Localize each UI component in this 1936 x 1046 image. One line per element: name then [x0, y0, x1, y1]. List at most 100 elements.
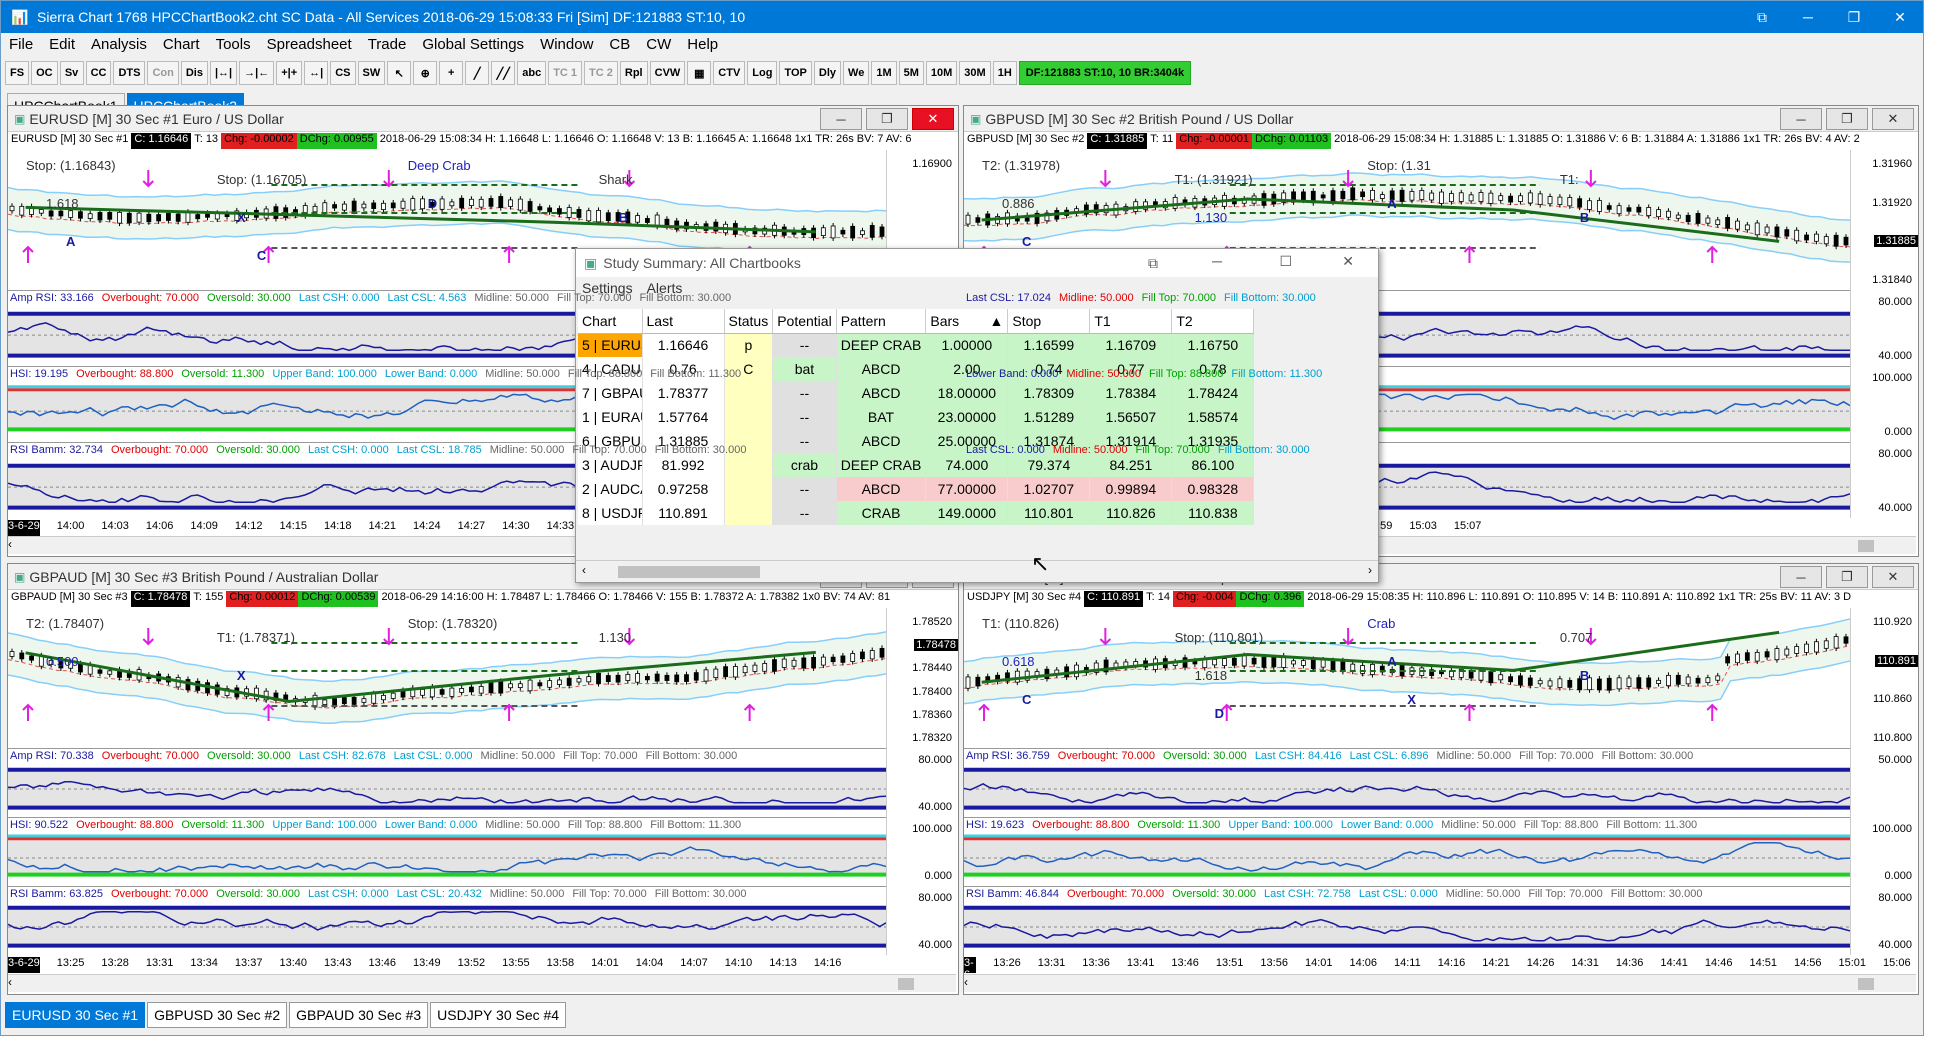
- table-row[interactable]: 5 | EURUSD1.16646p--DEEP CRAB1.000001.16…: [578, 333, 1255, 357]
- menu-cb[interactable]: CB: [601, 36, 638, 53]
- scroll-thumb[interactable]: [1858, 540, 1874, 552]
- menu-tools[interactable]: Tools: [208, 36, 259, 53]
- column-header-t1[interactable]: T1: [1089, 309, 1173, 334]
- table-row[interactable]: 3 | AUDJPY81.992 crabDEEP CRAB74.00079.37…: [578, 453, 1255, 477]
- scroll-right-icon[interactable]: ›: [1368, 563, 1372, 577]
- study-subgraph-rsi-bamm[interactable]: RSI Bamm: 46.844 Overbought: 70.000 Overso…: [964, 886, 1850, 955]
- minimize-icon[interactable]: ─: [1212, 253, 1222, 269]
- minimize-button[interactable]: ─: [1785, 1, 1831, 33]
- chart-horizontal-scrollbar[interactable]: ‹: [964, 974, 1916, 992]
- toolbar-button-sv[interactable]: Sv: [59, 61, 84, 85]
- scroll-thumb[interactable]: [618, 566, 760, 578]
- chart-tab-usdjpy[interactable]: USDJPY 30 Sec #4: [430, 1002, 567, 1028]
- toolbar-button-x[interactable]: |↔|: [209, 61, 238, 85]
- close-button[interactable]: ✕: [1877, 1, 1923, 33]
- scroll-left-icon[interactable]: ‹: [8, 975, 12, 989]
- study-subgraph-hsi[interactable]: HSI: 19.623 Overbought: 88.800 Oversold: 1…: [964, 817, 1850, 886]
- study-subgraph-amp-rsi[interactable]: Amp RSI: 36.759 Overbought: 70.000 Oversol…: [964, 748, 1850, 817]
- table-row[interactable]: 8 | USDJPY110.891--CRAB149.0000110.80111…: [578, 501, 1255, 525]
- toolbar-button-x[interactable]: ╱: [465, 61, 490, 85]
- scroll-thumb[interactable]: [898, 978, 914, 990]
- table-row[interactable]: 2 | AUDCAD0.97258--ABCD77.000001.027070.…: [578, 477, 1255, 501]
- dialog-horizontal-scrollbar[interactable]: ‹ ›: [576, 560, 1378, 582]
- chart-horizontal-scrollbar[interactable]: ‹: [8, 974, 956, 992]
- chart-window-usdjpy[interactable]: ▣USDJPY [M] 30 Sec #4 US Dollar / Japane…: [963, 563, 1919, 995]
- column-header-stop[interactable]: Stop: [1007, 309, 1091, 334]
- study-subgraph-amp-rsi[interactable]: Amp RSI: 70.338 Overbought: 70.000 Oversol…: [8, 748, 886, 817]
- toolbar-button-x[interactable]: ⊕: [413, 61, 438, 85]
- toolbar-button-abc[interactable]: abc: [517, 61, 547, 85]
- toolbar-button-sw[interactable]: SW: [357, 61, 386, 85]
- chart-titlebar[interactable]: ▣ GBPUSD [M] 30 Sec #2 British Pound / US…: [964, 106, 1918, 132]
- column-header-pattern[interactable]: Pattern: [836, 309, 927, 334]
- scroll-left-icon[interactable]: ‹: [582, 563, 586, 577]
- toolbar-button-x[interactable]: +|+: [276, 61, 303, 85]
- toolbar-button-tc-1[interactable]: TC 1: [548, 61, 583, 85]
- toolbar-button-dis[interactable]: Dis: [180, 61, 208, 85]
- toolbar-button-fs[interactable]: FS: [5, 61, 30, 85]
- toolbar-button-x[interactable]: +: [439, 61, 464, 85]
- toolbar-button-tc-2[interactable]: TC 2: [584, 61, 618, 85]
- toolbar-button-10m[interactable]: 10M: [925, 61, 958, 85]
- study-subgraph-hsi[interactable]: HSI: 90.522 Overbought: 88.800 Oversold: 1…: [8, 817, 886, 886]
- cascade-icon[interactable]: ⧉: [1148, 255, 1158, 272]
- menu-global-settings[interactable]: Global Settings: [414, 36, 532, 53]
- toolbar-button-we[interactable]: We: [843, 61, 870, 85]
- chart-titlebar[interactable]: ▣ EURUSD [M] 30 Sec #1 Euro / US Dollar ─ ❐…: [8, 106, 958, 132]
- menu-spreadsheet[interactable]: Spreadsheet: [259, 36, 360, 53]
- toolbar-button-cvw[interactable]: CVW: [649, 61, 686, 85]
- table-row[interactable]: 7 | GBPAUD1.78377--ABCD18.000001.783091.…: [578, 381, 1255, 405]
- close-button[interactable]: ✕: [1872, 566, 1914, 588]
- toolbar-button-cs[interactable]: CS: [330, 61, 356, 85]
- chart-tab-gbpusd[interactable]: GBPUSD 30 Sec #2: [147, 1002, 288, 1028]
- toolbar-button-dly[interactable]: Dly: [813, 61, 842, 85]
- maximize-button[interactable]: ❐: [1826, 566, 1868, 588]
- menu-help[interactable]: Help: [679, 36, 726, 53]
- chart-window-gbpaud[interactable]: ▣ GBPAUD [M] 30 Sec #3 British Pound / Au…: [7, 563, 959, 995]
- close-button[interactable]: ✕: [912, 108, 954, 130]
- menu-chart[interactable]: Chart: [155, 36, 208, 53]
- toolbar-button-top[interactable]: TOP: [779, 61, 812, 85]
- column-header-chart[interactable]: Chart: [578, 309, 643, 334]
- toolbar-button-x[interactable]: ↖: [387, 61, 412, 85]
- menu-cw[interactable]: CW: [638, 36, 679, 53]
- toolbar-button-con[interactable]: Con: [147, 61, 179, 85]
- toolbar-button-x[interactable]: ▦: [687, 61, 712, 85]
- toolbar-button-ctv[interactable]: CTV: [713, 61, 746, 85]
- column-header-status[interactable]: Status: [724, 309, 774, 334]
- scroll-thumb[interactable]: [1858, 978, 1874, 990]
- toolbar-button-oc[interactable]: OC: [31, 61, 58, 85]
- menu-file[interactable]: File: [1, 36, 41, 53]
- toolbar-button-log[interactable]: Log: [747, 61, 778, 85]
- menu-edit[interactable]: Edit: [41, 36, 83, 53]
- toolbar-button-rpl[interactable]: Rpl: [619, 61, 648, 85]
- toolbar-button-x[interactable]: ↔|: [304, 61, 329, 85]
- toolbar-button-5m[interactable]: 5M: [898, 61, 924, 85]
- column-header-bars[interactable]: Bars ▲: [925, 309, 1009, 334]
- close-button[interactable]: ✕: [1872, 108, 1914, 130]
- column-header-potential[interactable]: Potential: [772, 309, 837, 334]
- scroll-left-icon[interactable]: ‹: [8, 537, 12, 551]
- menu-analysis[interactable]: Analysis: [83, 36, 155, 53]
- toolbar-button-x[interactable]: ╱╱: [491, 61, 516, 85]
- menu-window[interactable]: Window: [532, 36, 601, 53]
- maximize-icon[interactable]: ☐: [1279, 253, 1292, 270]
- scroll-left-icon[interactable]: ‹: [964, 975, 968, 989]
- toolbar-button-cc[interactable]: CC: [85, 61, 112, 85]
- maximize-button[interactable]: ❐: [1826, 108, 1868, 130]
- close-icon[interactable]: ✕: [1342, 253, 1354, 270]
- cascade-icon[interactable]: ⧉: [1739, 1, 1785, 33]
- maximize-button[interactable]: ❐: [1831, 1, 1877, 33]
- chart-tab-eurusd[interactable]: EURUSD 30 Sec #1: [5, 1002, 146, 1028]
- maximize-button[interactable]: ❐: [866, 108, 908, 130]
- toolbar-button-30m[interactable]: 30M: [959, 61, 991, 85]
- minimize-button[interactable]: ─: [1780, 566, 1822, 588]
- table-row[interactable]: 1 | EURAUD1.57764--BAT23.000001.512891.5…: [578, 405, 1255, 429]
- column-header-t2[interactable]: T2: [1171, 309, 1255, 334]
- toolbar-button-1m[interactable]: 1M: [871, 61, 897, 85]
- chart-tab-gbpaud[interactable]: GBPAUD 30 Sec #3: [289, 1002, 429, 1028]
- minimize-button[interactable]: ─: [820, 108, 862, 130]
- minimize-button[interactable]: ─: [1780, 108, 1822, 130]
- menu-trade[interactable]: Trade: [360, 36, 415, 53]
- study-subgraph-rsi-bamm[interactable]: RSI Bamm: 63.825 Overbought: 70.000 Overso…: [8, 886, 886, 955]
